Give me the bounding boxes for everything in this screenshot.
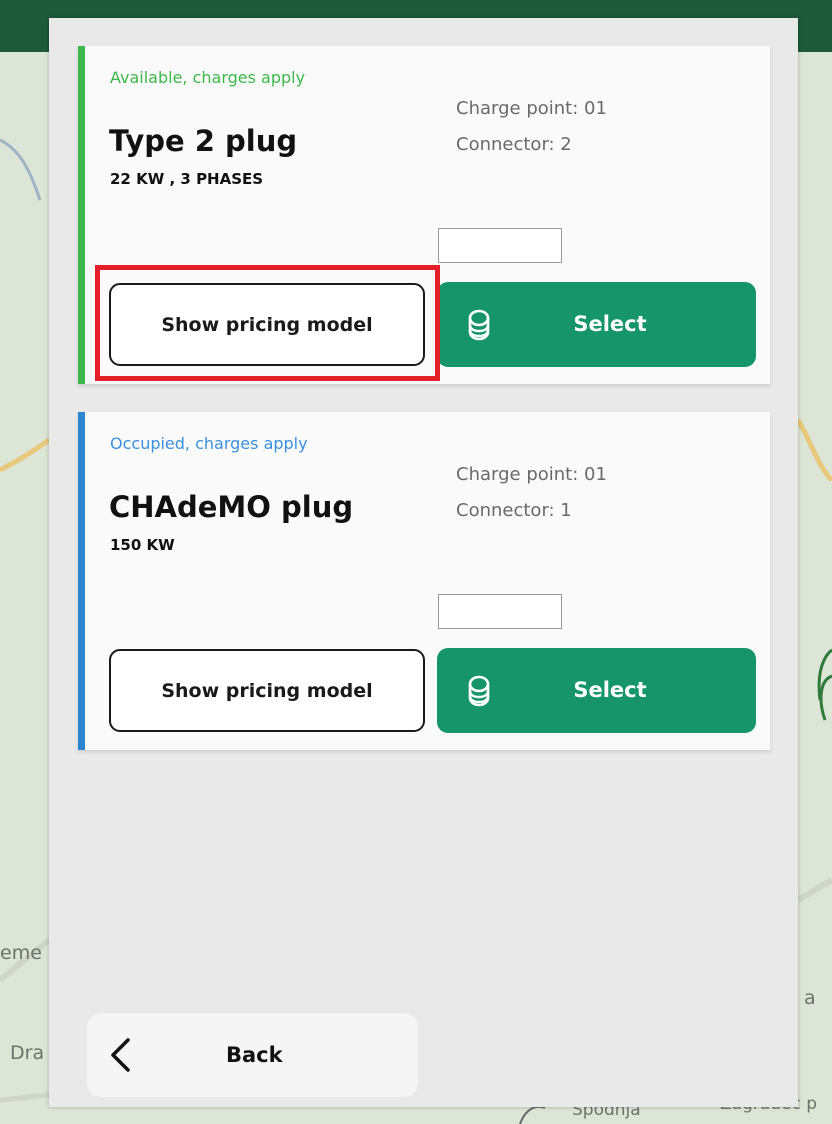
map-label: a [804,987,816,1009]
plug-power: 150 KW [110,536,175,554]
map-label: eme [0,942,42,964]
coins-icon [468,309,490,341]
map-label: Dra [10,1042,45,1064]
connector-selection-panel: Available, charges apply Type 2 plug 22 … [49,18,798,1107]
connector-status: Occupied, charges apply [110,434,308,453]
show-pricing-model-button[interactable]: Show pricing model [109,649,425,732]
charge-point-label: Charge point: 01 [456,98,607,119]
status-stripe [78,412,85,750]
connector-input-box[interactable] [438,594,562,629]
select-connector-button[interactable]: Select [437,648,756,733]
plug-power: 22 KW , 3 PHASES [110,170,264,188]
connector-card: Available, charges apply Type 2 plug 22 … [78,46,770,384]
select-connector-button[interactable]: Select [437,282,756,367]
connector-status: Available, charges apply [110,68,306,87]
connector-input-box[interactable] [438,228,562,263]
show-pricing-model-button[interactable]: Show pricing model [109,283,425,366]
charge-point-label: Charge point: 01 [456,464,607,485]
back-button[interactable]: Back [87,1013,418,1097]
connector-number-label: Connector: 2 [456,134,572,155]
select-label: Select [573,312,647,336]
connector-number-label: Connector: 1 [456,500,572,521]
back-label: Back [226,1043,283,1067]
select-label: Select [573,678,647,702]
status-stripe [78,46,85,384]
chevron-left-icon [111,1038,130,1072]
plug-name: Type 2 plug [109,124,298,158]
plug-name: CHAdeMO plug [109,490,354,524]
coins-icon [468,675,490,707]
connector-card: Occupied, charges apply CHAdeMO plug 150… [78,412,770,750]
